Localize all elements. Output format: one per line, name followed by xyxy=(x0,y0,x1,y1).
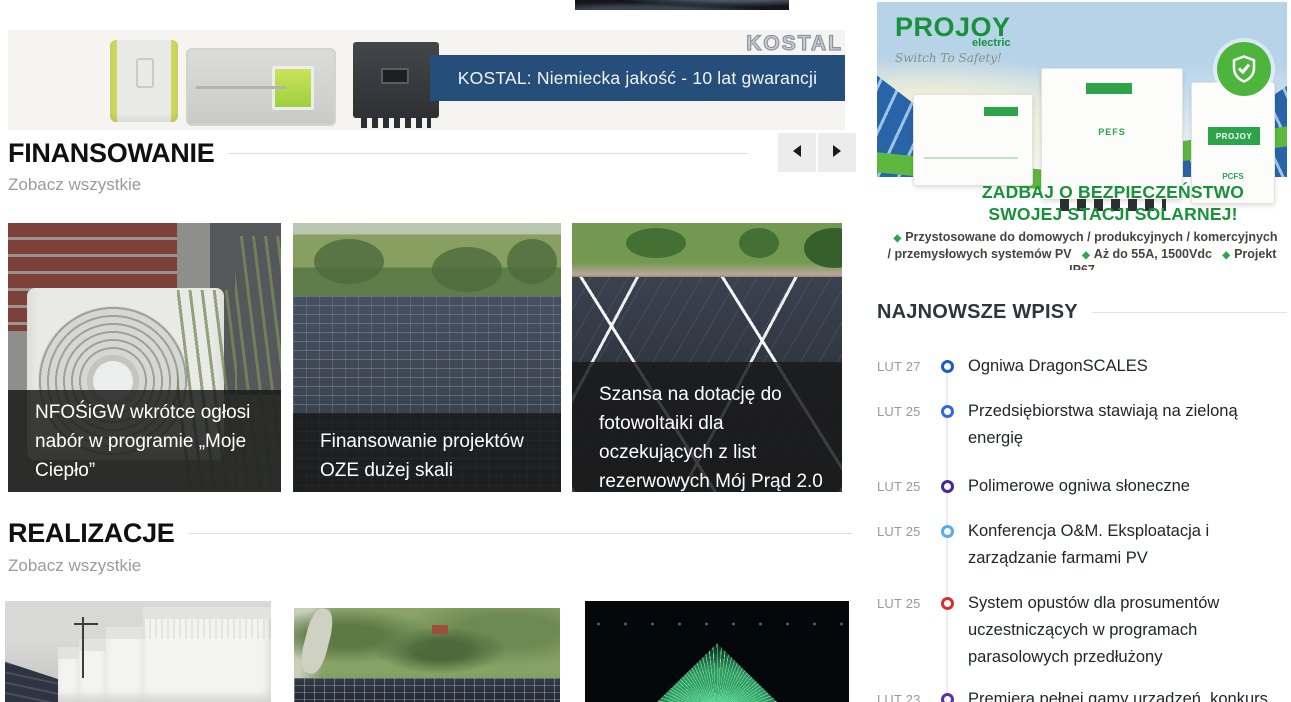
projoy-slogan: Switch To Safety! xyxy=(895,51,1011,65)
timeline-dot-icon xyxy=(941,693,954,702)
post-link[interactable]: Polimerowe ogniwa słoneczne xyxy=(968,473,1284,500)
article-title: Finansowanie projektów OZE dużej skali xyxy=(293,413,561,485)
photo-layer xyxy=(143,607,271,702)
device-brand-label: PROJOY xyxy=(1208,127,1260,145)
article-title: NFOŚiGW wkrótce ogłosi nabór w programie… xyxy=(8,390,281,485)
realizacje-photo-aerial-farm[interactable] xyxy=(294,608,560,702)
timeline-dot-icon xyxy=(941,525,954,538)
kostal-banner-tagline: KOSTAL: Niemiecka jakość - 10 lat gwaran… xyxy=(430,55,845,101)
post-link[interactable]: Ogniwa DragonSCALES xyxy=(968,353,1284,380)
photo-layer xyxy=(572,223,842,279)
post-link[interactable]: Przedsiębiorstwa stawiają na zieloną ene… xyxy=(968,398,1284,452)
photo-layer xyxy=(294,678,560,702)
header-divider xyxy=(1092,312,1287,313)
inverter-image-2 xyxy=(186,48,336,126)
post-date: LUT 23 xyxy=(877,686,925,702)
ad-feature: Aż do 55A, 1500Vdc xyxy=(1094,247,1212,261)
photo-layer xyxy=(664,684,770,702)
photo xyxy=(294,608,560,702)
article-card-moj-prad[interactable]: Szansa na dotację do fotowoltaiki dla oc… xyxy=(572,223,842,492)
shield-check-icon xyxy=(1217,42,1271,96)
inverter-image-3 xyxy=(353,42,439,118)
timeline-dot-icon xyxy=(941,360,954,373)
ad-device-left xyxy=(913,94,1033,186)
photo-layer xyxy=(432,625,448,634)
device-label xyxy=(984,107,1018,116)
post-date: LUT 25 xyxy=(877,398,925,452)
post-date: LUT 27 xyxy=(877,353,925,380)
post-date: LUT 25 xyxy=(877,473,925,500)
see-all-link-finansowanie[interactable]: Zobacz wszystkie xyxy=(8,175,141,195)
realizacje-photo-battery-storage[interactable] xyxy=(5,601,271,702)
article-card-oze-finansowanie[interactable]: Finansowanie projektów OZE dużej skali xyxy=(293,223,561,492)
kostal-ad-banner[interactable]: KOSTAL KOSTAL: Niemiecka jakość - 10 lat… xyxy=(8,30,845,130)
post-list-item: LUT 23 Premiera pełnej gamy urządzeń, ko… xyxy=(877,686,1284,702)
post-list-item: LUT 25 Polimerowe ogniwa słoneczne xyxy=(877,473,1284,500)
article-title: Szansa na dotację do fotowoltaiki dla oc… xyxy=(572,362,842,492)
photo-layer xyxy=(74,623,98,625)
timeline-dot-icon xyxy=(941,597,954,610)
device-code: PEFS xyxy=(1042,127,1182,137)
diamond-bullet-icon: ◆ xyxy=(1215,250,1234,261)
right-arrow-icon xyxy=(833,145,841,157)
left-arrow-icon xyxy=(793,145,801,157)
section-title-realizacje: REALIZACJE xyxy=(8,518,175,549)
device-code: PCFS xyxy=(1192,172,1274,181)
photo xyxy=(585,601,849,702)
projoy-ad-banner[interactable]: PROJOY PCFS PEFS PROJOY electric Switch T… xyxy=(877,2,1287,270)
post-list-item: LUT 25 System opustów dla prosumentów uc… xyxy=(877,590,1284,671)
diamond-bullet-icon: ◆ xyxy=(1075,250,1094,261)
finansowanie-section-header: FINANSOWANIE xyxy=(8,138,748,169)
timeline-dot-icon xyxy=(941,405,954,418)
ad-headline-line1: ZADBAJ O BEZPIECZEŃSTWO xyxy=(947,182,1279,203)
post-link[interactable]: Konferencja O&M. Eksploatacja i zarządza… xyxy=(968,518,1284,572)
post-date: LUT 25 xyxy=(877,590,925,671)
photo-layer xyxy=(297,608,336,676)
post-list-item: LUT 25 Konferencja O&M. Eksploatacja i z… xyxy=(877,518,1284,572)
latest-posts-header: NAJNOWSZE WPISY xyxy=(877,301,1287,324)
ad-device-center: PEFS xyxy=(1041,68,1183,200)
photo-layer xyxy=(585,601,849,646)
photo-layer xyxy=(82,617,84,678)
carousel-prev-button[interactable] xyxy=(778,133,816,172)
header-divider xyxy=(189,533,853,534)
inverter-image-1 xyxy=(110,40,178,122)
inverter-screen xyxy=(381,68,409,84)
ad-headline-line2: SWOJEJ STACJI SOLARNEJ! xyxy=(947,204,1279,225)
section-title-finansowanie: FINANSOWANIE xyxy=(8,138,214,169)
post-date: LUT 25 xyxy=(877,518,925,572)
ad-feature-list: ◆Przystosowane do domowych / produkcyjny… xyxy=(885,230,1279,270)
page: KOSTAL KOSTAL: Niemiecka jakość - 10 lat… xyxy=(0,0,1291,702)
cropped-top-banner-image xyxy=(575,0,789,10)
post-link[interactable]: Premiera pełnej gamy urządzeń, konkurs xyxy=(968,686,1284,702)
card-title-overlay: NFOŚiGW wkrótce ogłosi nabór w programie… xyxy=(8,390,281,492)
article-card-moje-cieplo[interactable]: NFOŚiGW wkrótce ogłosi nabór w programie… xyxy=(8,223,281,492)
card-title-overlay: Finansowanie projektów OZE dużej skali xyxy=(293,413,561,492)
realizacje-photo-light-show[interactable] xyxy=(585,601,849,702)
post-list-item: LUT 25 Przedsiębiorstwa stawiają na ziel… xyxy=(877,398,1284,452)
device-detail xyxy=(924,157,1018,159)
photo-layer xyxy=(106,627,146,702)
post-link[interactable]: System opustów dla prosumentów uczestnic… xyxy=(968,590,1284,671)
see-all-link-realizacje[interactable]: Zobacz wszystkie xyxy=(8,556,141,576)
photo xyxy=(5,601,271,702)
diamond-bullet-icon: ◆ xyxy=(886,233,905,244)
post-list-item: LUT 27 Ogniwa DragonSCALES xyxy=(877,353,1284,380)
section-title-najnowsze-wpisy: NAJNOWSZE WPISY xyxy=(877,301,1078,324)
kostal-logo: KOSTAL xyxy=(746,32,843,56)
timeline-dot-icon xyxy=(941,480,954,493)
projoy-logo: PROJOY electric Switch To Safety! xyxy=(895,12,1011,65)
carousel-next-button[interactable] xyxy=(818,133,856,172)
realizacje-section-header: REALIZACJE xyxy=(8,518,853,549)
device-label xyxy=(1086,83,1132,94)
inverter-detail xyxy=(196,86,286,89)
header-divider xyxy=(228,153,748,154)
card-title-overlay: Szansa na dotację do fotowoltaiki dla oc… xyxy=(572,362,842,492)
